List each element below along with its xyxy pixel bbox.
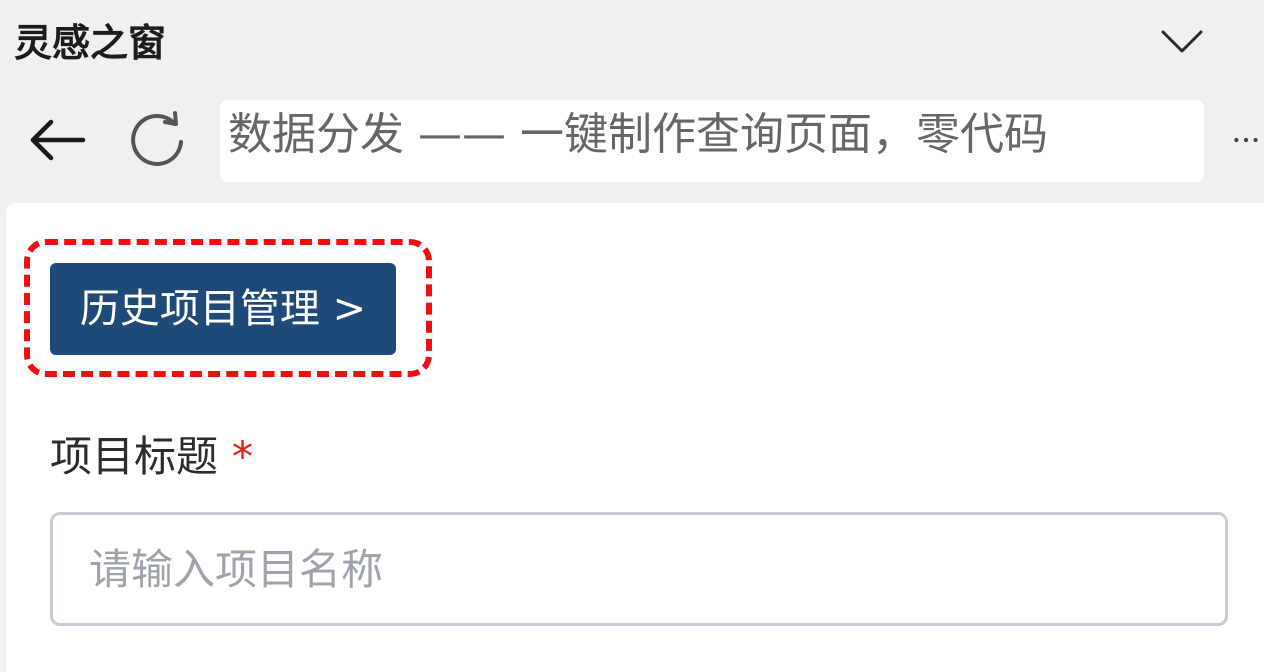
history-projects-button[interactable]: 历史项目管理 >	[50, 263, 396, 355]
reload-icon	[131, 111, 183, 166]
more-button[interactable]	[1228, 120, 1264, 160]
collapse-button[interactable]	[1152, 20, 1212, 64]
app-header: 灵感之窗	[0, 0, 1264, 90]
back-button[interactable]	[22, 108, 92, 172]
reload-button[interactable]	[124, 108, 194, 172]
project-title-label-text: 项目标题	[50, 432, 219, 481]
chevron-down-icon	[1161, 30, 1203, 53]
more-icon	[1234, 137, 1258, 143]
page-title-text: 数据分发 —— 一键制作查询页面，零代码	[228, 109, 1048, 160]
navigation-bar: 数据分发 —— 一键制作查询页面，零代码	[0, 90, 1264, 202]
project-title-label: 项目标题 *	[50, 429, 253, 485]
main-content: 历史项目管理 > 项目标题 *	[6, 203, 1264, 672]
required-mark: *	[232, 432, 254, 481]
project-title-input[interactable]	[50, 512, 1228, 626]
app-title: 灵感之窗	[14, 21, 167, 65]
address-bar[interactable]: 数据分发 —— 一键制作查询页面，零代码	[220, 100, 1204, 182]
arrow-left-icon	[30, 119, 86, 161]
